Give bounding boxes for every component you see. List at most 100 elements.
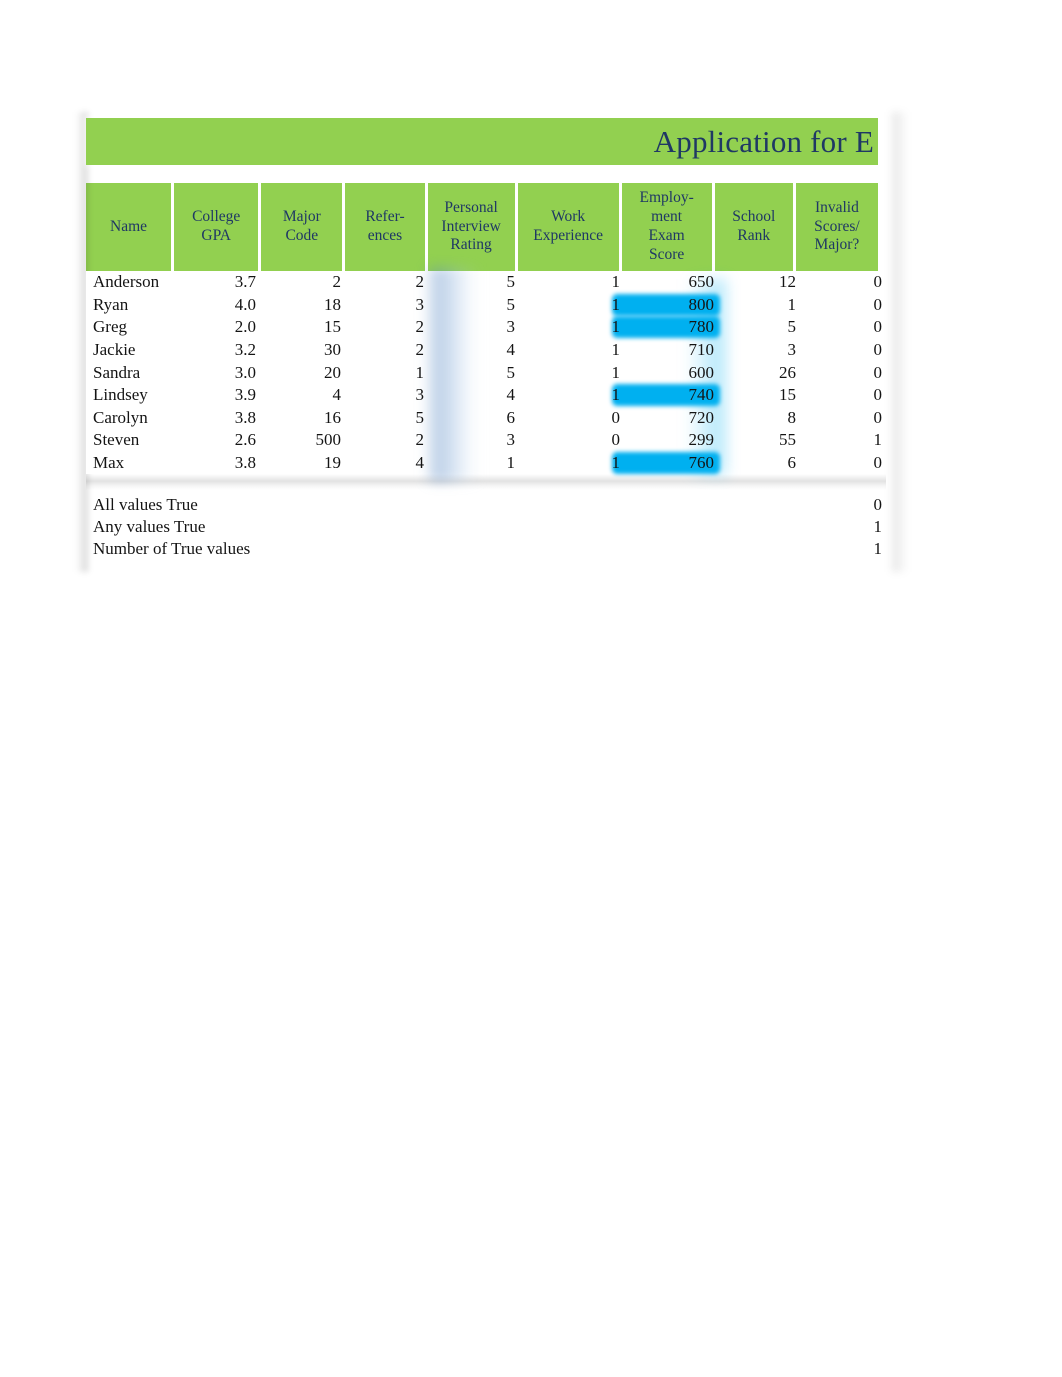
cell-major-code[interactable]: 20 — [260, 363, 345, 383]
summary-value[interactable]: 1 — [796, 517, 886, 537]
page-title: Application for E — [653, 123, 874, 159]
cell-references[interactable]: 3 — [345, 385, 428, 405]
cell-major-code[interactable]: 15 — [260, 317, 345, 337]
cell-employment-exam-score[interactable]: 800 — [624, 295, 718, 315]
cell-major-code[interactable]: 30 — [260, 340, 345, 360]
cell-employment-exam-score[interactable]: 760 — [624, 453, 718, 473]
cell-employment-exam-score[interactable]: 710 — [624, 340, 718, 360]
cell-name[interactable]: Max — [86, 453, 172, 473]
cell-work-experience[interactable]: 1 — [519, 453, 624, 473]
cell-college-gpa[interactable]: 3.8 — [172, 453, 260, 473]
cell-school-rank[interactable]: 55 — [718, 430, 800, 450]
cell-college-gpa[interactable]: 2.0 — [172, 317, 260, 337]
cell-employment-exam-score[interactable]: 600 — [624, 363, 718, 383]
summary-value[interactable]: 0 — [796, 495, 886, 515]
cell-name[interactable]: Sandra — [86, 363, 172, 383]
cell-major-code[interactable]: 19 — [260, 453, 345, 473]
cell-work-experience[interactable]: 1 — [519, 340, 624, 360]
table-header-row: Name College GPA Major Code Refer- ences… — [86, 183, 878, 271]
cell-school-rank[interactable]: 3 — [718, 340, 800, 360]
cell-references[interactable]: 4 — [345, 453, 428, 473]
cell-invalid-scores-major[interactable]: 0 — [800, 408, 886, 428]
summary-value[interactable]: 1 — [796, 539, 886, 559]
cell-college-gpa[interactable]: 3.8 — [172, 408, 260, 428]
cell-employment-exam-score[interactable]: 299 — [624, 430, 718, 450]
cell-invalid-scores-major[interactable]: 1 — [800, 430, 886, 450]
column-header-references[interactable]: Refer- ences — [345, 183, 425, 271]
header-line: Major? — [814, 236, 860, 254]
cell-major-code[interactable]: 2 — [260, 272, 345, 292]
cell-major-code[interactable]: 500 — [260, 430, 345, 450]
cell-personal-interview-rating[interactable]: 3 — [428, 317, 519, 337]
cell-personal-interview-rating[interactable]: 4 — [428, 340, 519, 360]
cell-school-rank[interactable]: 15 — [718, 385, 800, 405]
cell-name[interactable]: Carolyn — [86, 408, 172, 428]
cell-college-gpa[interactable]: 2.6 — [172, 430, 260, 450]
cell-invalid-scores-major[interactable]: 0 — [800, 295, 886, 315]
column-header-personal-interview-rating[interactable]: Personal Interview Rating — [427, 183, 515, 271]
cell-invalid-scores-major[interactable]: 0 — [800, 317, 886, 337]
cell-major-code[interactable]: 16 — [260, 408, 345, 428]
cell-work-experience[interactable]: 1 — [519, 272, 624, 292]
cell-references[interactable]: 1 — [345, 363, 428, 383]
cell-work-experience[interactable]: 0 — [519, 408, 624, 428]
cell-college-gpa[interactable]: 3.0 — [172, 363, 260, 383]
cell-major-code[interactable]: 18 — [260, 295, 345, 315]
cell-school-rank[interactable]: 5 — [718, 317, 800, 337]
cell-employment-exam-score[interactable]: 740 — [624, 385, 718, 405]
cell-invalid-scores-major[interactable]: 0 — [800, 272, 886, 292]
cell-personal-interview-rating[interactable]: 3 — [428, 430, 519, 450]
summary-label: All values True — [93, 494, 198, 514]
cell-invalid-scores-major[interactable]: 0 — [800, 385, 886, 405]
cell-major-code[interactable]: 4 — [260, 385, 345, 405]
column-header-school-rank[interactable]: School Rank — [714, 183, 793, 271]
column-header-major-code[interactable]: Major Code — [261, 183, 343, 271]
cell-invalid-scores-major[interactable]: 0 — [800, 340, 886, 360]
cell-work-experience[interactable]: 1 — [519, 295, 624, 315]
table-row: Steven 2.6 500 2 3 0 299 55 1 — [86, 429, 886, 452]
cell-name[interactable]: Jackie — [86, 340, 172, 360]
cell-personal-interview-rating[interactable]: 5 — [428, 272, 519, 292]
header-line: Rating — [450, 236, 492, 254]
cell-college-gpa[interactable]: 4.0 — [172, 295, 260, 315]
cell-name[interactable]: Greg — [86, 317, 172, 337]
column-header-work-experience[interactable]: Work Experience — [517, 183, 619, 271]
cell-work-experience[interactable]: 1 — [519, 385, 624, 405]
table-row: Jackie 3.2 30 2 4 1 710 3 0 — [86, 339, 886, 362]
cell-invalid-scores-major[interactable]: 0 — [800, 363, 886, 383]
cell-employment-exam-score[interactable]: 720 — [624, 408, 718, 428]
cell-school-rank[interactable]: 26 — [718, 363, 800, 383]
cell-references[interactable]: 5 — [345, 408, 428, 428]
column-header-college-gpa[interactable]: College GPA — [174, 183, 259, 271]
cell-school-rank[interactable]: 6 — [718, 453, 800, 473]
cell-references[interactable]: 2 — [345, 430, 428, 450]
cell-name[interactable]: Steven — [86, 430, 172, 450]
cell-school-rank[interactable]: 12 — [718, 272, 800, 292]
cell-work-experience[interactable]: 0 — [519, 430, 624, 450]
cell-invalid-scores-major[interactable]: 0 — [800, 453, 886, 473]
cell-references[interactable]: 3 — [345, 295, 428, 315]
column-header-name[interactable]: Name — [86, 183, 172, 271]
cell-name[interactable]: Lindsey — [86, 385, 172, 405]
cell-work-experience[interactable]: 1 — [519, 317, 624, 337]
cell-personal-interview-rating[interactable]: 1 — [428, 453, 519, 473]
cell-college-gpa[interactable]: 3.7 — [172, 272, 260, 292]
cell-college-gpa[interactable]: 3.2 — [172, 340, 260, 360]
cell-college-gpa[interactable]: 3.9 — [172, 385, 260, 405]
cell-school-rank[interactable]: 8 — [718, 408, 800, 428]
cell-personal-interview-rating[interactable]: 5 — [428, 363, 519, 383]
column-header-invalid-scores-major[interactable]: Invalid Scores/ Major? — [795, 183, 878, 271]
column-header-employment-exam-score[interactable]: Employ- ment Exam Score — [621, 183, 712, 271]
cell-personal-interview-rating[interactable]: 6 — [428, 408, 519, 428]
cell-personal-interview-rating[interactable]: 4 — [428, 385, 519, 405]
cell-references[interactable]: 2 — [345, 340, 428, 360]
cell-employment-exam-score[interactable]: 650 — [624, 272, 718, 292]
cell-name[interactable]: Anderson — [86, 272, 172, 292]
cell-personal-interview-rating[interactable]: 5 — [428, 295, 519, 315]
cell-employment-exam-score[interactable]: 780 — [624, 317, 718, 337]
cell-name[interactable]: Ryan — [86, 295, 172, 315]
cell-work-experience[interactable]: 1 — [519, 363, 624, 383]
cell-references[interactable]: 2 — [345, 272, 428, 292]
cell-references[interactable]: 2 — [345, 317, 428, 337]
cell-school-rank[interactable]: 1 — [718, 295, 800, 315]
